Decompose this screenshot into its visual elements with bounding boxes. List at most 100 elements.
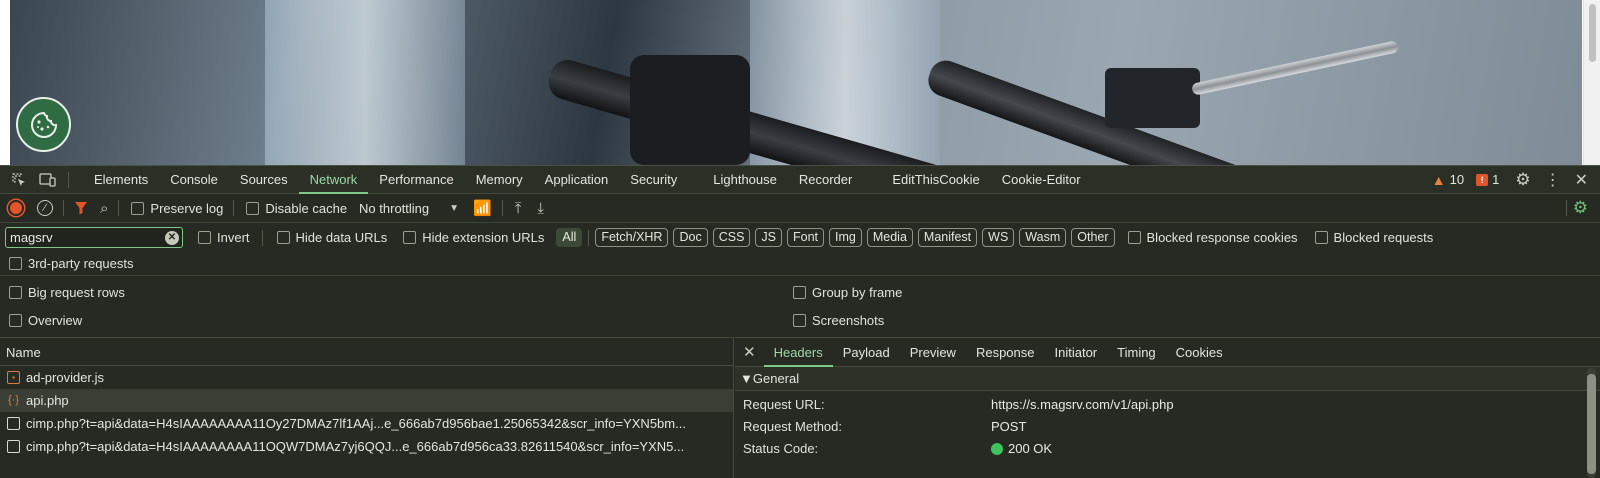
tab-elements[interactable]: Elements xyxy=(83,166,159,194)
tab-application[interactable]: Application xyxy=(534,166,620,194)
cookie-consent-button[interactable] xyxy=(16,97,71,152)
more-options-icon[interactable]: ⋮ xyxy=(1545,170,1561,190)
details-scrollbar[interactable] xyxy=(1587,368,1596,478)
export-har-icon[interactable]: ⤓ xyxy=(537,200,544,217)
big-request-rows-label: Big request rows xyxy=(28,285,125,300)
blocked-response-cookies-checkbox[interactable]: Blocked response cookies xyxy=(1127,230,1298,245)
device-toolbar-icon[interactable] xyxy=(38,172,58,188)
overview-checkbox[interactable]: Overview xyxy=(9,313,82,328)
network-settings-gear-icon[interactable]: ⚙ xyxy=(1573,198,1588,218)
group-by-frame-checkbox[interactable]: Group by frame xyxy=(793,285,902,300)
search-icon[interactable]: ⌕ xyxy=(100,200,108,217)
options-row-2: Overview Screenshots xyxy=(0,306,1600,334)
throttling-select[interactable]: No throttling ▼ xyxy=(359,201,459,216)
tab-memory[interactable]: Memory xyxy=(465,166,534,194)
filter-type-other[interactable]: Other xyxy=(1071,228,1115,247)
details-tab-bar: ✕ Headers Payload Preview Response Initi… xyxy=(735,338,1600,367)
field-value: 200 OK xyxy=(1008,441,1053,456)
filter-type-all[interactable]: All xyxy=(556,228,583,247)
import-har-icon[interactable]: ⤒ xyxy=(515,200,522,217)
tab-network[interactable]: Network xyxy=(298,166,369,194)
tab-security[interactable]: Security xyxy=(619,166,688,194)
details-tab-preview[interactable]: Preview xyxy=(900,338,966,367)
hide-data-urls-checkbox[interactable]: Hide data URLs xyxy=(276,230,388,245)
record-stop-icon[interactable] xyxy=(8,200,24,216)
network-conditions-icon[interactable]: 📶 xyxy=(473,199,492,217)
tab-console[interactable]: Console xyxy=(159,166,229,194)
clear-filter-icon[interactable]: ✕ xyxy=(165,231,179,245)
details-tab-response[interactable]: Response xyxy=(966,338,1045,367)
issue-count[interactable]: 1 xyxy=(1492,172,1499,187)
disable-cache-label: Disable cache xyxy=(265,200,348,216)
request-row-ad-provider[interactable]: ▪ ad-provider.js xyxy=(0,366,733,389)
field-value: POST xyxy=(991,419,1027,434)
inspect-element-icon[interactable] xyxy=(10,172,28,188)
filter-type-img[interactable]: Img xyxy=(829,228,862,247)
settings-gear-icon[interactable]: ⚙ xyxy=(1515,170,1530,190)
filter-type-manifest[interactable]: Manifest xyxy=(917,228,978,247)
tab-lighthouse[interactable]: Lighthouse xyxy=(702,166,788,194)
tab-cookie-editor[interactable]: Cookie-Editor xyxy=(991,166,1092,194)
filter-type-wasm[interactable]: Wasm xyxy=(1019,228,1067,247)
filter-type-doc[interactable]: Doc xyxy=(673,228,708,247)
issue-icon[interactable]: ! xyxy=(1476,173,1489,186)
request-details: ✕ Headers Payload Preview Response Initi… xyxy=(735,337,1600,478)
close-details-icon[interactable]: ✕ xyxy=(743,343,756,361)
tab-sources[interactable]: Sources xyxy=(229,166,299,194)
preserve-log-checkbox[interactable]: Preserve log xyxy=(131,201,223,216)
request-list: Name ▪ ad-provider.js {·} api.php cimp.p… xyxy=(0,337,734,478)
filter-type-media[interactable]: Media xyxy=(866,228,913,247)
hero-image xyxy=(10,0,1582,165)
blocked-requests-checkbox[interactable]: Blocked requests xyxy=(1314,230,1434,245)
hide-data-urls-label: Hide data URLs xyxy=(295,230,388,245)
details-tab-payload[interactable]: Payload xyxy=(833,338,900,367)
request-name: api.php xyxy=(26,393,69,408)
tab-recorder[interactable]: Recorder xyxy=(788,166,863,194)
field-value: https://s.magsrv.com/v1/api.php xyxy=(991,397,1174,412)
name-column-header[interactable]: Name xyxy=(0,337,733,366)
details-tab-headers[interactable]: Headers xyxy=(763,338,833,367)
dropdown-arrow-icon: ▼ xyxy=(449,202,460,214)
invert-checkbox[interactable]: Invert xyxy=(198,230,250,245)
page-scrollbar[interactable] xyxy=(1583,0,1600,165)
general-section-header[interactable]: ▼General xyxy=(735,367,1600,391)
filter-input-value: magsrv xyxy=(10,230,53,245)
filter-bar: magsrv ✕ Invert Hide data URLs Hide exte… xyxy=(0,223,1600,252)
big-request-rows-checkbox[interactable]: Big request rows xyxy=(9,285,125,300)
details-tab-initiator[interactable]: Initiator xyxy=(1045,338,1108,367)
filter-type-ws[interactable]: WS xyxy=(982,228,1015,247)
tab-performance[interactable]: Performance xyxy=(368,166,464,194)
details-tab-cookies[interactable]: Cookies xyxy=(1166,338,1233,367)
options-row-1: Big request rows Group by frame xyxy=(0,278,1600,306)
blocked-requests-label: Blocked requests xyxy=(1333,230,1434,245)
blocked-response-cookies-label: Blocked response cookies xyxy=(1146,230,1298,245)
request-row-cimp-2[interactable]: cimp.php?t=api&data=H4sIAAAAAAAA11OQW7DM… xyxy=(0,435,733,458)
page-viewport xyxy=(0,0,1600,165)
clear-log-icon[interactable]: ⁄ xyxy=(37,200,53,216)
hide-extension-urls-label: Hide extension URLs xyxy=(422,230,545,245)
filter-type-fetch-xhr[interactable]: Fetch/XHR xyxy=(595,228,669,247)
filter-type-js[interactable]: JS xyxy=(755,228,782,247)
filter-input[interactable]: magsrv ✕ xyxy=(5,227,183,248)
screenshots-checkbox[interactable]: Screenshots xyxy=(793,313,884,328)
invert-label: Invert xyxy=(217,230,250,245)
filter-type-font[interactable]: Font xyxy=(787,228,825,247)
preserve-log-label: Preserve log xyxy=(150,200,224,216)
disable-cache-checkbox[interactable]: Disable cache xyxy=(246,201,347,216)
details-tab-timing[interactable]: Timing xyxy=(1107,338,1166,367)
warning-count[interactable]: 10 xyxy=(1450,172,1464,187)
request-name: cimp.php?t=api&data=H4sIAAAAAAAA11Oy27DM… xyxy=(26,416,686,431)
warning-icon[interactable]: ▲ xyxy=(1432,172,1446,188)
close-devtools-icon[interactable]: ✕ xyxy=(1575,170,1588,190)
header-field-request-url: Request URL: https://s.magsrv.com/v1/api… xyxy=(735,394,1600,416)
request-row-api[interactable]: {·} api.php xyxy=(0,389,733,412)
third-party-row: 3rd-party requests xyxy=(0,252,1600,276)
request-name: ad-provider.js xyxy=(26,370,105,385)
third-party-checkbox[interactable]: 3rd-party requests xyxy=(9,256,134,271)
request-row-cimp-1[interactable]: cimp.php?t=api&data=H4sIAAAAAAAA11Oy27DM… xyxy=(0,412,733,435)
filter-type-css[interactable]: CSS xyxy=(712,228,751,247)
hide-extension-urls-checkbox[interactable]: Hide extension URLs xyxy=(403,230,544,245)
filter-funnel-icon[interactable] xyxy=(74,201,88,215)
devtools-tab-bar: Elements Console Sources Network Perform… xyxy=(0,166,1600,194)
tab-editthiscookie[interactable]: EditThisCookie xyxy=(881,166,990,194)
